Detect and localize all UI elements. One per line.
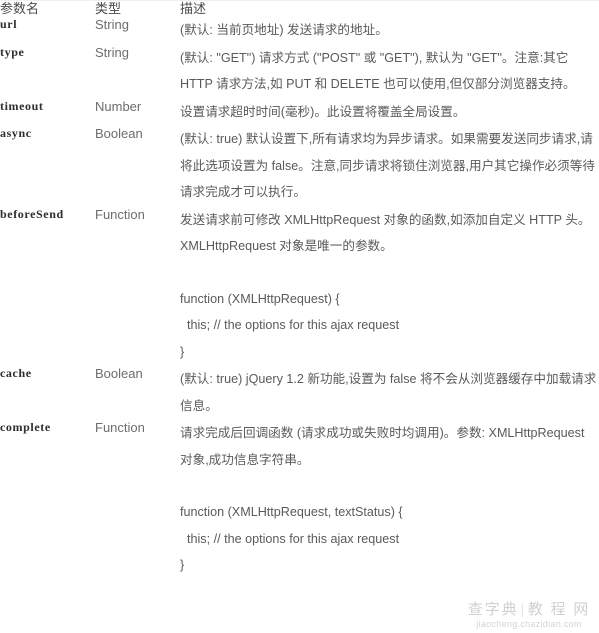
ajax-options-document: 参数名 类型 描述 url String (默认: 当前页地址) 发送请求的地址。 t… bbox=[0, 0, 599, 633]
cell-param-description: 发送请求前可修改 XMLHttpRequest 对象的函数,如添加自定义 HTT… bbox=[180, 205, 599, 366]
cell-param-description: (默认: 当前页地址) 发送请求的地址。 bbox=[180, 17, 599, 44]
cell-param-name: async bbox=[0, 125, 95, 206]
cell-param-type: Number bbox=[95, 97, 180, 126]
description-paragraph: (默认: "GET") 请求方式 ("POST" 或 "GET"), 默认为 "… bbox=[180, 50, 576, 92]
code-line: this; // the options for this ajax reque… bbox=[180, 318, 400, 332]
cell-param-type: Boolean bbox=[95, 365, 180, 420]
cell-param-type: Function bbox=[95, 419, 180, 579]
description-paragraph: (默认: true) 默认设置下,所有请求均为异步请求。如果需要发送同步请求,请… bbox=[180, 132, 595, 199]
site-watermark: 查字典 | 教 程 网 jiaocheng.chazidian.com bbox=[464, 601, 594, 630]
watermark-brand: 查字典 bbox=[467, 602, 519, 618]
description-paragraph: 设置请求超时时间(毫秒)。此设置将覆盖全局设置。 bbox=[180, 104, 466, 119]
cell-param-name: cache bbox=[0, 365, 95, 420]
ajax-options-table: 参数名 类型 描述 url String (默认: 当前页地址) 发送请求的地址。 t… bbox=[0, 1, 599, 579]
code-line: this; // the options for this ajax reque… bbox=[180, 531, 400, 546]
watermark-section: 教 程 网 bbox=[527, 602, 591, 618]
cell-param-type: Boolean bbox=[95, 125, 180, 206]
cell-param-type: Function bbox=[95, 205, 180, 366]
description-paragraph: 请求完成后回调函数 (请求成功或失败时均调用)。参数: XMLHttpReque… bbox=[180, 426, 585, 467]
code-line: } bbox=[180, 344, 185, 359]
cell-param-name: timeout bbox=[0, 97, 95, 126]
code-line: function (XMLHttpRequest, textStatus) { bbox=[180, 505, 403, 519]
table-row: complete Function 请求完成后回调函数 (请求成功或失败时均调用)。… bbox=[0, 419, 599, 579]
watermark-url: jiaocheng.chazidian.com bbox=[476, 619, 582, 629]
cell-param-type: String bbox=[95, 17, 129, 32]
watermark-title: 查字典 | 教 程 网 bbox=[464, 601, 594, 619]
table-body: url String (默认: 当前页地址) 发送请求的地址。 type String(… bbox=[0, 17, 599, 579]
watermark-separator: | bbox=[520, 602, 526, 618]
cell-param-type: String bbox=[95, 43, 180, 98]
cell-param-description: 设置请求超时时间(毫秒)。此设置将覆盖全局设置。 bbox=[180, 97, 599, 126]
cell-param-name: type bbox=[0, 43, 95, 98]
cell-param-description: (默认: true) 默认设置下,所有请求均为异步请求。如果需要发送同步请求,请… bbox=[180, 125, 599, 206]
table-row: beforeSend Function 发送请求前可修改 XMLHttpReques… bbox=[0, 205, 599, 366]
cell-param-description: (默认: true) jQuery 1.2 新功能,设置为 false 将不会从… bbox=[180, 365, 599, 420]
table-row: timeout Number 设置请求超时时间(毫秒)。此设置将覆盖全局设置。 bbox=[0, 97, 599, 126]
cell-param-name: complete bbox=[0, 419, 95, 579]
table-row: type String (默认: "GET") 请求方式 ("POST" 或 "GE… bbox=[0, 43, 599, 98]
code-line: } bbox=[180, 558, 185, 572]
table-header-row: 参数名 类型 描述 bbox=[0, 1, 599, 17]
code-line: function (XMLHttpRequest) { bbox=[180, 291, 340, 306]
code-sample: function (XMLHttpRequest) { this; // the… bbox=[180, 260, 599, 366]
cell-param-description: 请求完成后回调函数 (请求成功或失败时均调用)。参数: XMLHttpReque… bbox=[180, 419, 599, 579]
description-paragraph: (默认: true) jQuery 1.2 新功能,设置为 false 将不会从… bbox=[180, 372, 597, 413]
table-row: cache Boolean (默认: true) jQuery 1.2 新功能,设置… bbox=[0, 365, 599, 420]
table-row: async Boolean (默认: true) 默认设置下,所有请求均为异步请求。… bbox=[0, 125, 599, 206]
cell-param-name: beforeSend bbox=[0, 205, 95, 366]
column-header-type: 类型 bbox=[95, 1, 122, 16]
description-paragraph: 发送请求前可修改 XMLHttpRequest 对象的函数,如添加自定义 HTT… bbox=[180, 212, 591, 254]
table-row: url String (默认: 当前页地址) 发送请求的地址。 bbox=[0, 17, 599, 44]
cell-param-description: (默认: "GET") 请求方式 ("POST" 或 "GET"), 默认为 "… bbox=[180, 43, 599, 98]
column-header-desc: 描述 bbox=[180, 1, 207, 16]
code-sample: function (XMLHttpRequest, textStatus) { … bbox=[180, 473, 599, 579]
cell-param-name: url bbox=[0, 17, 18, 31]
table-header: 参数名 类型 描述 bbox=[0, 1, 599, 17]
column-header-param: 参数名 bbox=[0, 1, 40, 16]
description-paragraph: (默认: 当前页地址) 发送请求的地址。 bbox=[180, 23, 388, 37]
